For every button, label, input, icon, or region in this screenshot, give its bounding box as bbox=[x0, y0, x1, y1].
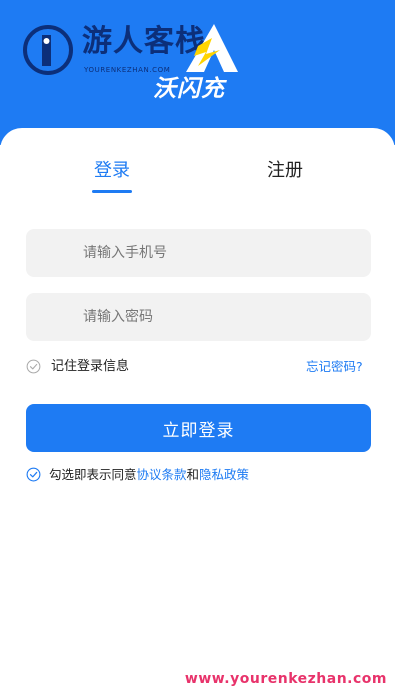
brand-name: 沃闪充 bbox=[153, 76, 225, 102]
forgot-password-link[interactable]: 忘记密码? bbox=[306, 357, 363, 377]
agreement-prefix: 勾选即表示同意 bbox=[49, 467, 137, 482]
phone-field bbox=[26, 229, 371, 277]
tab-register[interactable]: 注册 bbox=[255, 157, 315, 185]
login-button[interactable]: 立即登录 bbox=[26, 404, 371, 452]
watermark-logo-icon bbox=[23, 25, 73, 75]
password-input[interactable] bbox=[83, 293, 353, 341]
brand-logo-icon bbox=[186, 24, 238, 72]
check-circle-outline-icon bbox=[26, 359, 41, 374]
phone-input[interactable] bbox=[83, 229, 353, 277]
footer-watermark-url: www.yourenkezhan.com bbox=[184, 671, 387, 687]
remember-label: 记住登录信息 bbox=[51, 359, 130, 374]
active-tab-indicator bbox=[92, 190, 132, 193]
header-banner: 游人客栈 YOURENKEZHAN.COM 沃闪充 bbox=[0, 0, 395, 145]
agreement-conjunction: 和 bbox=[186, 467, 200, 482]
agreement-text: 勾选即表示同意协议条款和隐私政策 bbox=[49, 465, 249, 485]
check-circle-checked-icon[interactable] bbox=[26, 467, 41, 482]
tab-login[interactable]: 登录 bbox=[82, 157, 142, 185]
privacy-policy-link[interactable]: 隐私政策 bbox=[199, 467, 249, 482]
password-field bbox=[26, 293, 371, 341]
terms-link[interactable]: 协议条款 bbox=[137, 467, 187, 482]
